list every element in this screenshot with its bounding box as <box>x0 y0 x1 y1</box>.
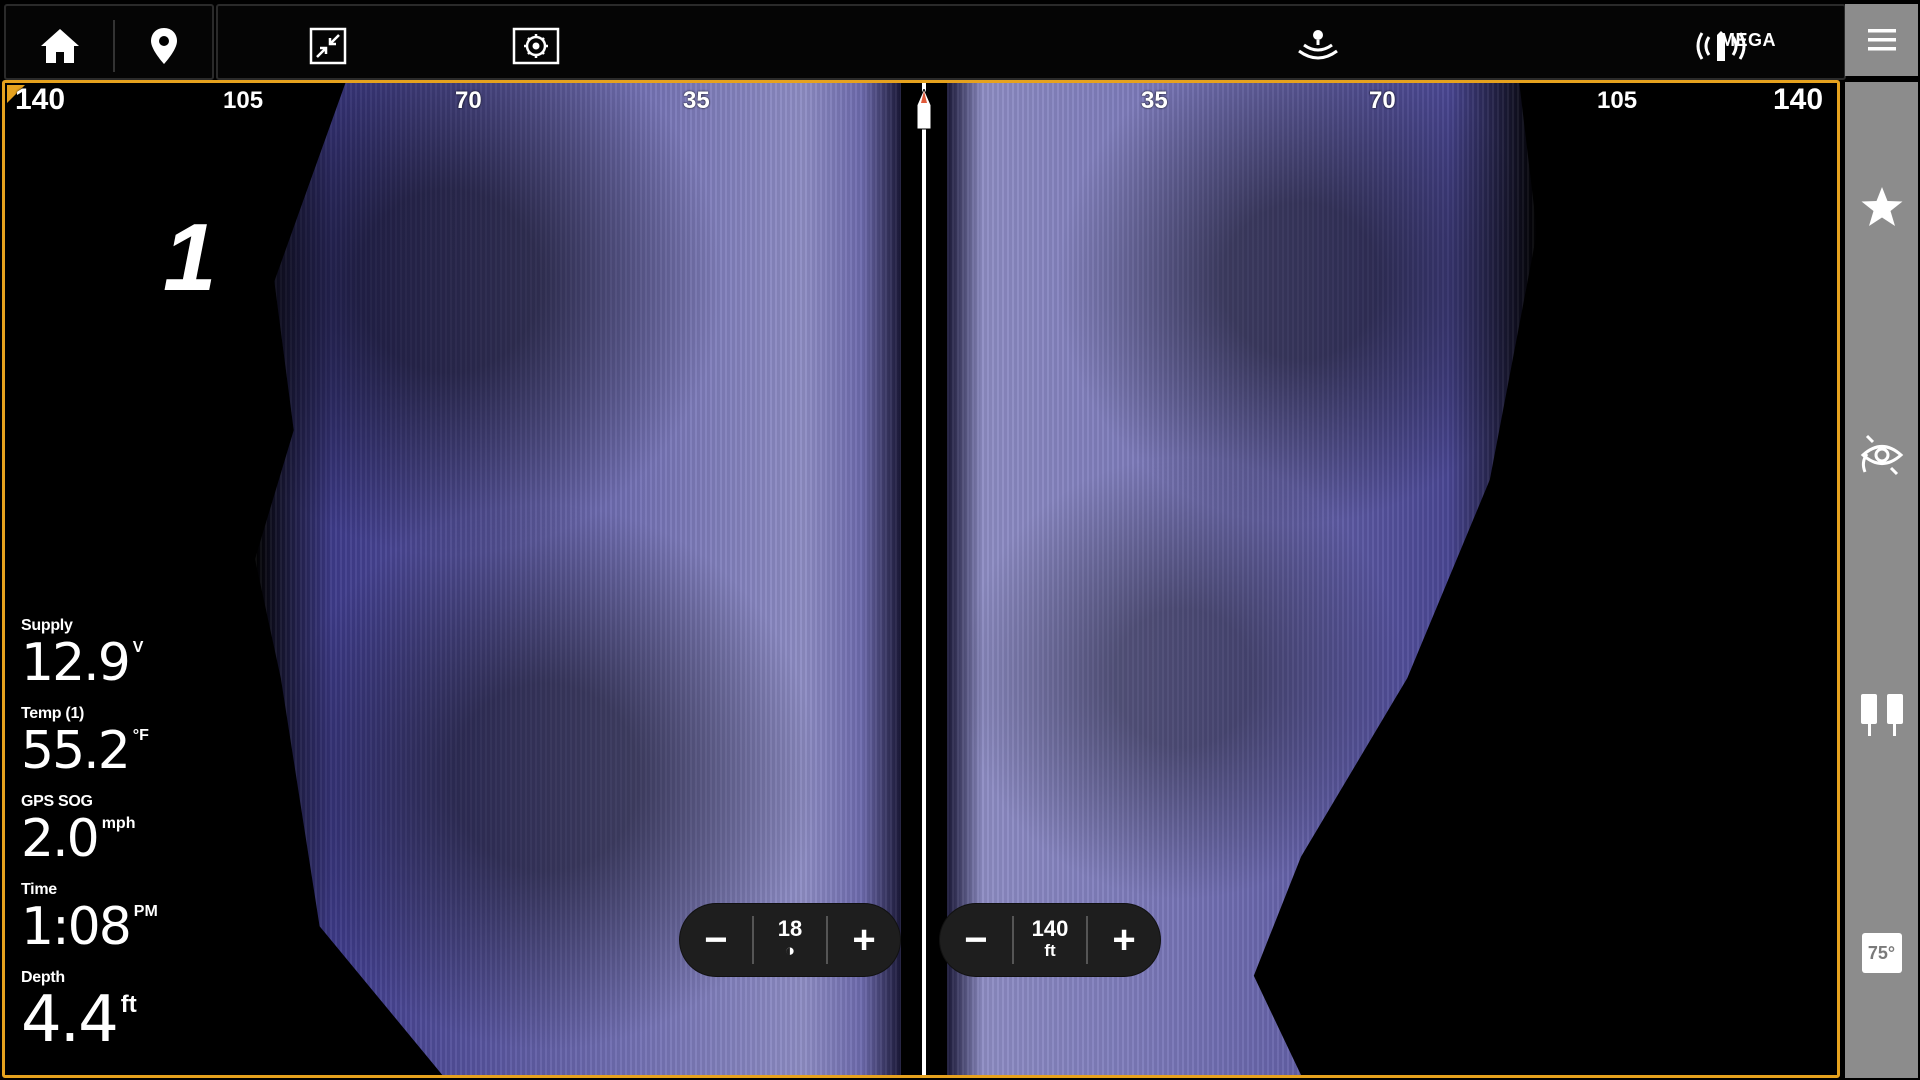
readout-temp[interactable]: Temp (1) 55.2 °F <box>21 705 281 793</box>
collapse-view-icon <box>309 27 347 65</box>
range-scale-left-35: 35 <box>683 87 710 114</box>
favorites-button[interactable] <box>1845 172 1918 242</box>
chart-speed-number: 18 <box>777 916 803 941</box>
hamburger-menu-icon <box>1867 29 1896 51</box>
readout-value: 1:08 <box>21 897 132 957</box>
range-control: − 140 ft + <box>940 904 1160 976</box>
data-overlay: Supply 12.9 V Temp (1) 55.2 °F GPS SOG 2.0… <box>21 617 281 1057</box>
readout-time[interactable]: Time 1:08 PM <box>21 881 281 969</box>
range-scale-right-105: 105 <box>1597 87 1638 114</box>
chart-speed-decrease-button[interactable]: − <box>680 904 752 976</box>
chart-speed-increase-button[interactable]: + <box>828 904 900 976</box>
settings-icon <box>512 27 560 65</box>
range-scale-left-140: 140 <box>15 83 66 116</box>
broadcast-button[interactable] <box>1686 10 1756 82</box>
pane-number: 1 <box>163 204 217 311</box>
readout-value: 4.4 <box>21 983 119 1057</box>
sonar-source-button[interactable] <box>1288 10 1348 82</box>
water-temp-button[interactable]: 75° <box>1845 918 1918 988</box>
range-value: 140 ft <box>1014 918 1086 962</box>
readout-unit: V <box>132 639 144 656</box>
chart-speed-icon: ◑ <box>784 941 796 960</box>
chart-speed-value: 18 ◑ <box>754 918 826 962</box>
toolbar-divider <box>113 20 115 72</box>
main-menu-button[interactable] <box>1845 4 1918 76</box>
range-increase-button[interactable]: + <box>1088 904 1160 976</box>
range-scale-right-70: 70 <box>1369 87 1396 114</box>
side-imaging-view[interactable]: 140 105 70 35 35 70 105 140 1 Supply 12.… <box>2 80 1840 1078</box>
range-number: 140 <box>1031 916 1069 941</box>
nav-segment <box>4 4 214 80</box>
radio-broadcast-icon <box>1696 31 1746 61</box>
home-icon <box>41 29 79 63</box>
sonar-icon <box>1298 30 1338 60</box>
range-unit: ft <box>1044 941 1056 960</box>
range-scale-right-35: 35 <box>1141 87 1168 114</box>
view-settings-button[interactable] <box>506 10 566 82</box>
sonar-eye-icon <box>1860 434 1903 476</box>
home-button[interactable] <box>18 10 102 82</box>
transducer-icon <box>1860 694 1903 736</box>
readout-value: 55.2 <box>21 721 131 781</box>
collapse-view-button[interactable] <box>298 10 358 82</box>
readout-unit: PM <box>133 903 158 920</box>
water-temp-badge: 75° <box>1861 933 1902 973</box>
readout-unit: mph <box>101 815 136 832</box>
favorite-star-icon <box>1861 187 1902 226</box>
range-scale-right-140: 140 <box>1773 83 1824 116</box>
range-decrease-button[interactable]: − <box>940 904 1012 976</box>
chart-speed-control: − 18 ◑ + <box>680 904 900 976</box>
readout-depth[interactable]: Depth 4.4 ft <box>21 969 281 1057</box>
boat-track-line <box>922 83 926 1075</box>
readout-supply[interactable]: Supply 12.9 V <box>21 617 281 705</box>
transducer-button[interactable] <box>1845 680 1918 750</box>
view-segment: MEGA <box>216 4 1846 80</box>
waypoint-icon <box>151 28 177 64</box>
readout-unit: ft <box>120 991 137 1018</box>
side-rail: 75° <box>1845 82 1918 1078</box>
range-scale-left-105: 105 <box>223 87 264 114</box>
readout-gps-sog[interactable]: GPS SOG 2.0 mph <box>21 793 281 881</box>
readout-unit: °F <box>132 727 149 744</box>
readout-value: 12.9 <box>21 633 131 693</box>
range-scale-left-70: 70 <box>455 87 482 114</box>
readout-value: 2.0 <box>21 809 100 869</box>
boat-icon <box>916 89 932 130</box>
waypoint-button[interactable] <box>122 10 206 82</box>
top-toolbar: MEGA <box>0 0 1920 80</box>
sonar-view-button[interactable] <box>1845 420 1918 490</box>
